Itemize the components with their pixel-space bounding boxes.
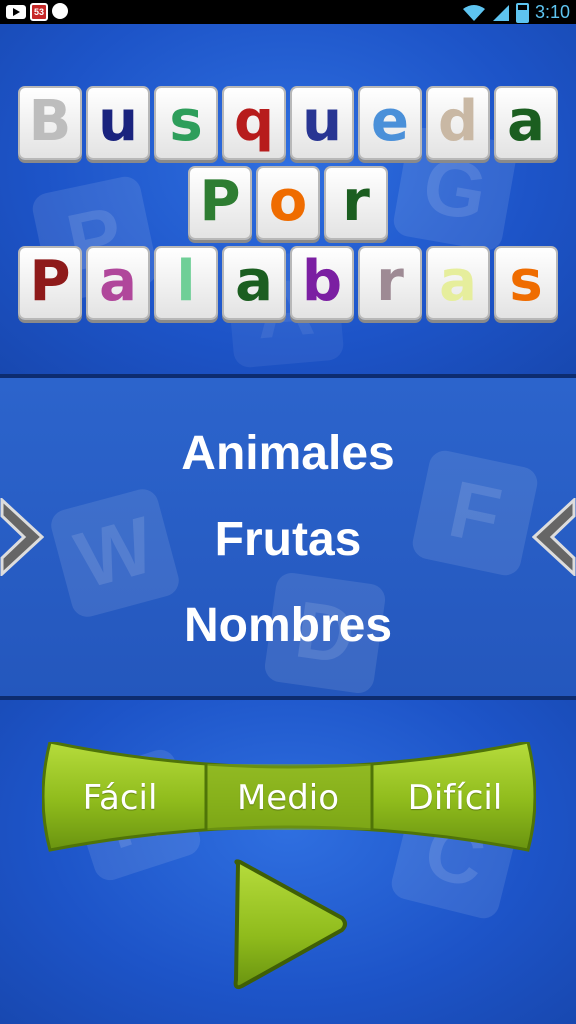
clock: 3:10: [534, 2, 570, 22]
title-letter-tile: P: [188, 166, 252, 240]
title-letter-tile: a: [494, 86, 558, 160]
title-letter-tile: a: [86, 246, 150, 320]
title-letter-tile: d: [426, 86, 490, 160]
category-item-frutas[interactable]: Frutas: [0, 512, 576, 567]
system-icons: 3:10: [462, 2, 570, 23]
title-row-3: Palabras: [0, 246, 576, 320]
title-letter-tile: B: [18, 86, 82, 160]
title-letter-tile: s: [494, 246, 558, 320]
play-icon: [233, 859, 347, 990]
signal-icon: [492, 4, 509, 21]
difficulty-easy-button[interactable]: Fácil: [50, 778, 190, 818]
title-row-2: Por: [0, 166, 576, 240]
category-item-animales[interactable]: Animales: [0, 426, 576, 481]
category-next-arrow[interactable]: [0, 498, 44, 576]
battery-icon: [515, 2, 529, 23]
title-row-1: Busqueda: [0, 86, 576, 160]
category-prev-arrow[interactable]: [532, 498, 576, 576]
notification-icons: 53: [6, 3, 68, 21]
title-letter-tile: s: [154, 86, 218, 160]
youtube-icon: [6, 5, 26, 19]
title-letter-tile: a: [426, 246, 490, 320]
title-letter-tile: b: [290, 246, 354, 320]
title-letter-tile: u: [290, 86, 354, 160]
title-letter-tile: r: [324, 166, 388, 240]
shield-icon: [52, 3, 68, 19]
title-letter-tile: P: [18, 246, 82, 320]
title-letter-tile: o: [256, 166, 320, 240]
wifi-icon: [462, 4, 485, 21]
status-bar: 53 3:10: [0, 0, 576, 24]
difficulty-medium-button[interactable]: Medio: [206, 778, 370, 818]
badge-icon: 53: [30, 3, 48, 21]
title-letter-tile: e: [358, 86, 422, 160]
title-letter-tile: a: [222, 246, 286, 320]
category-item-nombres[interactable]: Nombres: [0, 598, 576, 653]
title-letter-tile: l: [154, 246, 218, 320]
play-button[interactable]: [230, 858, 350, 990]
difficulty-hard-button[interactable]: Difícil: [380, 778, 530, 818]
title-letter-tile: u: [86, 86, 150, 160]
title-letter-tile: q: [222, 86, 286, 160]
title-letter-tile: r: [358, 246, 422, 320]
